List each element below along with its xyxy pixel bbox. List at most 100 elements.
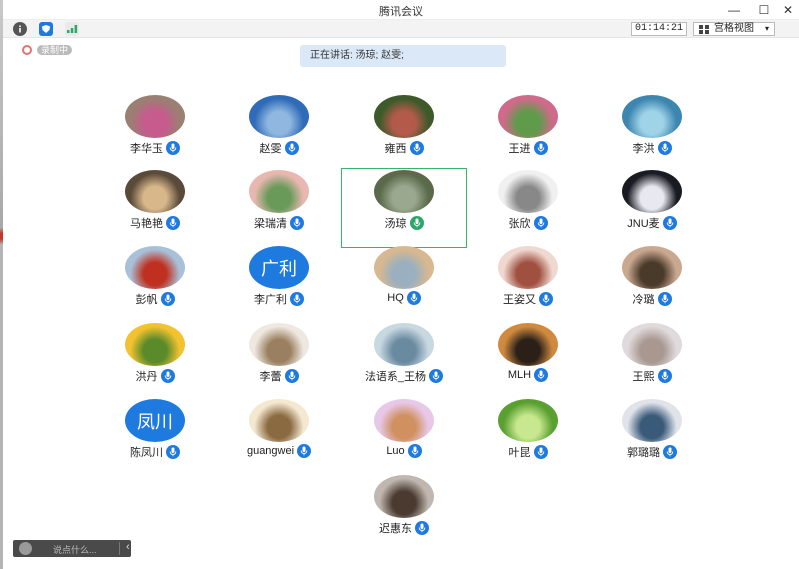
avatar (374, 246, 434, 289)
microphone-icon (166, 445, 180, 459)
participant-tile[interactable]: 王姿又 (466, 245, 590, 323)
participant-tile[interactable]: 郭璐璐 (590, 398, 714, 476)
recording-indicator[interactable]: 录制中 (22, 45, 73, 55)
participant-name: 郭璐璐 (627, 447, 660, 459)
participant-name-row: 张欣 (466, 215, 590, 231)
microphone-icon (657, 141, 672, 155)
microphone-icon (407, 444, 422, 458)
participant-name-row: 陈凤川 (93, 444, 217, 460)
chat-placeholder[interactable]: 说点什么... (53, 543, 97, 556)
collapse-chevron-icon[interactable]: ‹ (126, 541, 130, 553)
microphone-icon (533, 216, 548, 230)
participant-tile[interactable]: 李洪 (590, 94, 714, 172)
avatar (125, 323, 185, 366)
participant-name-row: 冷璐 (590, 291, 714, 307)
avatar (249, 399, 309, 442)
shield-icon[interactable] (39, 22, 53, 36)
participant-name: JNU麦 (627, 218, 660, 230)
microphone-icon (429, 369, 444, 383)
window-title: 腾讯会议 (379, 6, 423, 18)
participant-name: 梁瑞清 (254, 218, 287, 230)
participant-name-row: 雍西 (342, 140, 466, 156)
participant-name: 李洪 (632, 143, 655, 155)
microphone-icon (409, 141, 424, 155)
participant-name: 李华玉 (130, 143, 163, 155)
microphone-icon (533, 445, 548, 459)
participant-tile[interactable]: 广利 李广利 (217, 245, 341, 323)
avatar (498, 246, 558, 289)
microphone-icon (539, 292, 553, 306)
participant-tile[interactable]: 洪丹 (93, 322, 217, 400)
participant-name-row: 叶昆 (466, 444, 590, 460)
participant-name-row: Luo (342, 444, 466, 458)
participant-tile[interactable]: 李华玉 (93, 94, 217, 172)
avatar (125, 170, 185, 213)
microphone-icon (284, 369, 299, 383)
participant-tile[interactable]: 叶昆 (466, 398, 590, 476)
info-icon[interactable] (13, 22, 27, 36)
participant-name-row: 赵雯 (217, 140, 341, 156)
participant-tile[interactable]: 凤川 陈凤川 (93, 398, 217, 476)
participant-tile[interactable]: 李蕾 (217, 322, 341, 400)
participant-tile[interactable]: MLH (466, 322, 590, 400)
participant-tile[interactable]: 冷璐 (590, 245, 714, 323)
avatar (622, 95, 682, 138)
microphone-icon (657, 369, 672, 383)
participant-tile[interactable]: 法语系_王杨 (342, 322, 466, 400)
participant-name: 汤琼 (384, 218, 407, 230)
participant-tile[interactable]: 迟惠东 (342, 474, 466, 552)
minimize-button[interactable]: — (723, 1, 745, 19)
participant-name-row: 李洪 (590, 140, 714, 156)
participant-name: 张欣 (508, 218, 531, 230)
microphone-icon (657, 292, 672, 306)
participant-tile[interactable]: 张欣 (466, 169, 590, 247)
participant-tile[interactable]: 彭帆 (93, 245, 217, 323)
avatar (622, 170, 682, 213)
microphone-icon (662, 216, 677, 230)
participant-name-row: 王进 (466, 140, 590, 156)
participant-tile[interactable]: 赵雯 (217, 94, 341, 172)
microphone-icon (663, 445, 677, 459)
participant-tile[interactable]: 汤琼 (341, 168, 467, 248)
signal-icon[interactable] (65, 22, 79, 36)
participant-tile[interactable]: HQ (342, 245, 466, 323)
participant-name: 王姿又 (503, 294, 536, 306)
participant-tile[interactable]: 梁瑞清 (217, 169, 341, 247)
close-button[interactable]: ✕ (777, 1, 799, 19)
avatar (374, 170, 434, 213)
avatar (374, 475, 434, 518)
participant-tile[interactable]: Luo (342, 398, 466, 476)
participant-tile[interactable]: 马艳艳 (93, 169, 217, 247)
view-mode-dropdown[interactable]: 宫格视图 ▾ (693, 22, 775, 36)
participant-name: 彭帆 (135, 294, 158, 306)
microphone-icon (534, 368, 549, 382)
emoji-icon[interactable] (19, 542, 32, 555)
avatar (374, 95, 434, 138)
participant-tile[interactable]: JNU麦 (590, 169, 714, 247)
meeting-toolbar: 01:14:21 宫格视图 ▾ (3, 20, 799, 38)
microphone-icon (284, 141, 299, 155)
microphone-icon (160, 369, 175, 383)
avatar (498, 399, 558, 442)
meeting-timer: 01:14:21 (631, 22, 687, 36)
speaking-banner: 正在讲话: 汤琼; 赵雯; (300, 45, 506, 67)
participant-name: 雍西 (384, 143, 407, 155)
avatar (498, 170, 558, 213)
participant-name-row: 梁瑞清 (217, 215, 341, 231)
participant-name: Luo (386, 445, 405, 457)
participant-name-row: 李蕾 (217, 368, 341, 384)
participant-tile[interactable]: 王熙 (590, 322, 714, 400)
participant-tile[interactable]: 雍西 (342, 94, 466, 172)
maximize-button[interactable]: ☐ (753, 1, 775, 19)
participant-name: 王进 (508, 143, 531, 155)
divider (119, 542, 120, 555)
chat-input-bar[interactable]: 说点什么... ‹ (13, 540, 131, 557)
participant-tile[interactable]: guangwei (217, 398, 341, 476)
participant-name: 洪丹 (135, 371, 158, 383)
chevron-down-icon: ▾ (764, 24, 769, 33)
participant-name: 赵雯 (259, 143, 282, 155)
avatar (622, 246, 682, 289)
avatar (374, 323, 434, 366)
participant-tile[interactable]: 王进 (466, 94, 590, 172)
left-window-edge (0, 0, 3, 569)
